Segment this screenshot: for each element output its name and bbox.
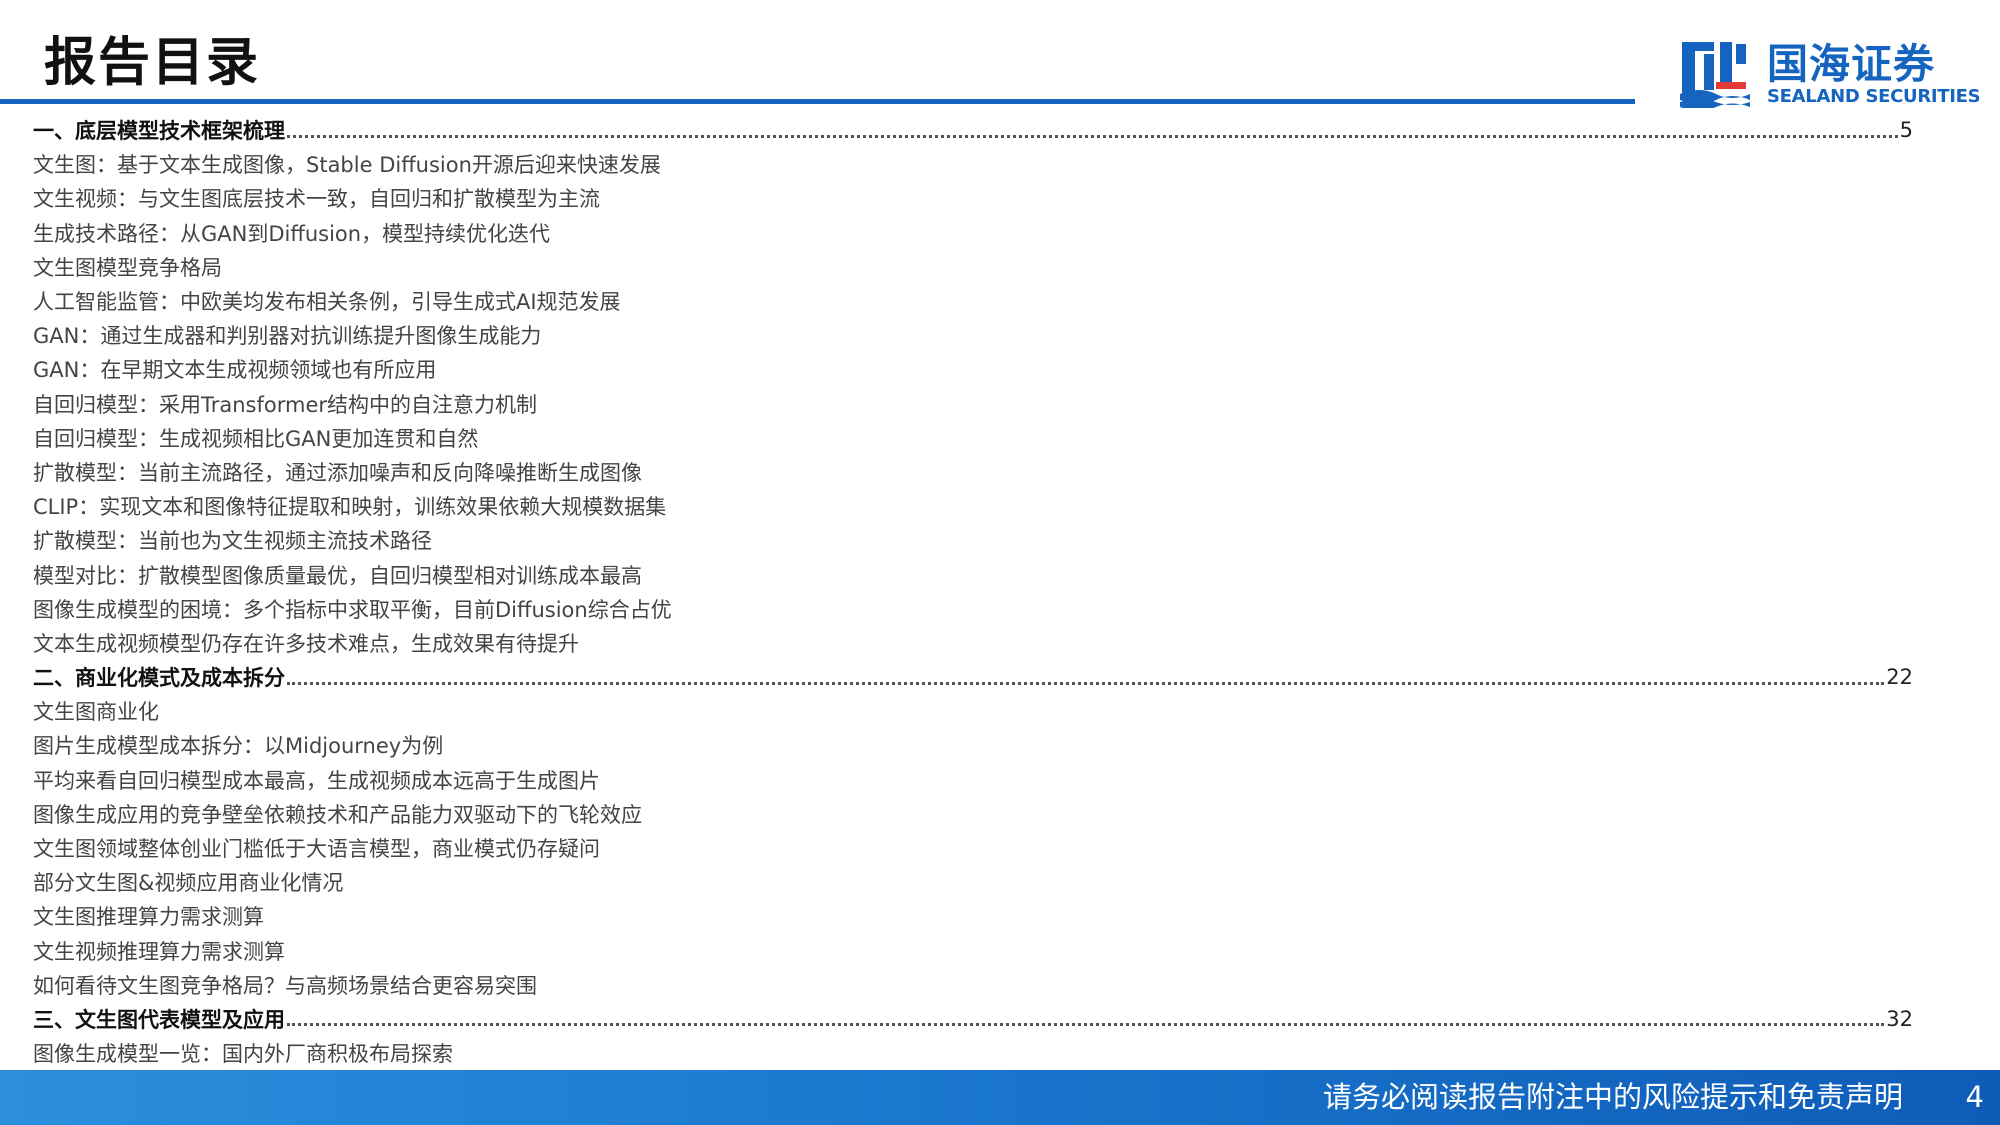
toc-entry-label: GAN：在早期文本生成视频领域也有所应用 bbox=[33, 358, 437, 383]
toc-entry[interactable]: 生成技术路径：从GAN到Diffusion，模型持续优化迭代 bbox=[33, 216, 1928, 250]
toc-entry[interactable]: 文生图模型竞争格局 bbox=[33, 250, 1928, 284]
toc-entry-label: 一、底层模型技术框架梳理 bbox=[33, 119, 285, 144]
toc-entry[interactable]: 文生视频推理算力需求测算 bbox=[33, 934, 1928, 968]
toc-entry-label: 生成技术路径：从GAN到Diffusion，模型持续优化迭代 bbox=[33, 221, 551, 246]
toc-entry-label: 文生视频推理算力需求测算 bbox=[33, 939, 285, 964]
toc-entry-label: 文生图模型竞争格局 bbox=[33, 255, 222, 280]
toc-entry[interactable]: 自回归模型：采用Transformer结构中的自注意力机制 bbox=[33, 387, 1928, 421]
table-of-contents: 一、底层模型技术框架梳理 5 文生图：基于文本生成图像，Stable Diffusi… bbox=[33, 113, 1928, 1070]
toc-entry-label: 文生图商业化 bbox=[33, 700, 159, 725]
toc-page-number: 32 bbox=[1886, 1006, 1913, 1031]
dot-leader bbox=[287, 681, 1885, 685]
toc-entry[interactable]: 图像生成应用的竞争壁垒依赖技术和产品能力双驱动下的飞轮效应 bbox=[33, 797, 1928, 831]
toc-entry[interactable]: 图像生成模型一览：国内外厂商积极布局探索 bbox=[33, 1036, 1928, 1070]
toc-entry-label: 文生图：基于文本生成图像，Stable Diffusion开源后迎来快速发展 bbox=[33, 153, 661, 178]
toc-entry-label: 扩散模型：当前也为文生视频主流技术路径 bbox=[33, 529, 432, 554]
toc-entry[interactable]: 平均来看自回归模型成本最高，生成视频成本远高于生成图片 bbox=[33, 763, 1928, 797]
toc-entry[interactable]: 图像生成模型的困境：多个指标中求取平衡，目前Diffusion综合占优 bbox=[33, 592, 1928, 626]
toc-entry[interactable]: 图片生成模型成本拆分：以Midjourney为例 bbox=[33, 728, 1928, 762]
toc-entry[interactable]: 文生视频：与文生图底层技术一致，自回归和扩散模型为主流 bbox=[33, 181, 1928, 215]
toc-entry-label: 图像生成模型的困境：多个指标中求取平衡，目前Diffusion综合占优 bbox=[33, 597, 672, 622]
toc-entry[interactable]: GAN：在早期文本生成视频领域也有所应用 bbox=[33, 352, 1928, 386]
toc-entry-label: 自回归模型：采用Transformer结构中的自注意力机制 bbox=[33, 392, 538, 417]
toc-entry[interactable]: 自回归模型：生成视频相比GAN更加连贯和自然 bbox=[33, 421, 1928, 455]
toc-section-heading[interactable]: 一、底层模型技术框架梳理 5 bbox=[33, 113, 1913, 147]
toc-entry-label: 文生视频：与文生图底层技术一致，自回归和扩散模型为主流 bbox=[33, 187, 600, 212]
toc-entry-label: 如何看待文生图竞争格局？与高频场景结合更容易突围 bbox=[33, 973, 537, 998]
toc-entry[interactable]: 部分文生图&视频应用商业化情况 bbox=[33, 865, 1928, 899]
page-title: 报告目录 bbox=[44, 33, 261, 93]
toc-entry[interactable]: CLIP：实现文本和图像特征提取和映射，训练效果依赖大规模数据集 bbox=[33, 489, 1928, 523]
toc-entry-label: 部分文生图&视频应用商业化情况 bbox=[33, 871, 344, 896]
toc-entry-label: GAN：通过生成器和判别器对抗训练提升图像生成能力 bbox=[33, 324, 542, 349]
toc-entry[interactable]: 文生图：基于文本生成图像，Stable Diffusion开源后迎来快速发展 bbox=[33, 147, 1928, 181]
toc-entry-label: 人工智能监管：中欧美均发布相关条例，引导生成式AI规范发展 bbox=[33, 290, 621, 315]
toc-entry[interactable]: 扩散模型：当前主流路径，通过添加噪声和反向降噪推断生成图像 bbox=[33, 455, 1928, 489]
toc-entry-label: 文本生成视频模型仍存在许多技术难点，生成效果有待提升 bbox=[33, 631, 579, 656]
toc-page-number: 5 bbox=[1899, 118, 1913, 143]
toc-entry[interactable]: 如何看待文生图竞争格局？与高频场景结合更容易突围 bbox=[33, 968, 1928, 1002]
toc-section-heading[interactable]: 三、文生图代表模型及应用 32 bbox=[33, 1002, 1913, 1036]
toc-entry-label: 自回归模型：生成视频相比GAN更加连贯和自然 bbox=[33, 426, 479, 451]
toc-entry-label: 文生图领域整体创业门槛低于大语言模型，商业模式仍存疑问 bbox=[33, 837, 600, 862]
toc-entry-label: 模型对比：扩散模型图像质量最优，自回归模型相对训练成本最高 bbox=[33, 563, 642, 588]
footer-bar: 请务必阅读报告附注中的风险提示和免责声明 4 bbox=[0, 1070, 2000, 1125]
toc-entry[interactable]: 人工智能监管：中欧美均发布相关条例，引导生成式AI规范发展 bbox=[33, 284, 1928, 318]
toc-entry[interactable]: 文本生成视频模型仍存在许多技术难点，生成效果有待提升 bbox=[33, 626, 1928, 660]
header-rule bbox=[0, 99, 1635, 104]
toc-entry[interactable]: 模型对比：扩散模型图像质量最优，自回归模型相对训练成本最高 bbox=[33, 557, 1928, 591]
toc-entry[interactable]: 文生图领域整体创业门槛低于大语言模型，商业模式仍存疑问 bbox=[33, 831, 1928, 865]
dot-leader bbox=[287, 1023, 1885, 1027]
dot-leader bbox=[287, 134, 1898, 138]
toc-entry[interactable]: 文生图推理算力需求测算 bbox=[33, 899, 1928, 933]
logo-chinese-name: 国海证券 bbox=[1767, 40, 1935, 88]
toc-entry-label: 扩散模型：当前主流路径，通过添加噪声和反向降噪推断生成图像 bbox=[33, 460, 642, 485]
toc-entry[interactable]: 扩散模型：当前也为文生视频主流技术路径 bbox=[33, 523, 1928, 557]
sealand-securities-logo: 国海证券 SEALAND SECURITIES bbox=[1680, 36, 1981, 112]
toc-entry-label: 二、商业化模式及成本拆分 bbox=[33, 666, 285, 691]
toc-entry-label: 图像生成模型一览：国内外厂商积极布局探索 bbox=[33, 1042, 453, 1067]
toc-entry-label: 图片生成模型成本拆分：以Midjourney为例 bbox=[33, 734, 444, 759]
sealand-logo-icon bbox=[1680, 42, 1750, 108]
toc-section-heading[interactable]: 二、商业化模式及成本拆分 22 bbox=[33, 660, 1913, 694]
logo-english-name: SEALAND SECURITIES bbox=[1767, 86, 1981, 107]
toc-entry-label: 文生图推理算力需求测算 bbox=[33, 905, 264, 930]
toc-entry-label: 三、文生图代表模型及应用 bbox=[33, 1007, 285, 1032]
toc-entry[interactable]: 文生图商业化 bbox=[33, 694, 1928, 728]
toc-entry-label: 平均来看自回归模型成本最高，生成视频成本远高于生成图片 bbox=[33, 768, 600, 793]
disclaimer-text: 请务必阅读报告附注中的风险提示和免责声明 bbox=[1322, 1080, 1903, 1114]
toc-entry-label: CLIP：实现文本和图像特征提取和映射，训练效果依赖大规模数据集 bbox=[33, 495, 667, 520]
toc-entry[interactable]: GAN：通过生成器和判别器对抗训练提升图像生成能力 bbox=[33, 318, 1928, 352]
toc-page-number: 22 bbox=[1886, 665, 1913, 690]
toc-entry-label: 图像生成应用的竞争壁垒依赖技术和产品能力双驱动下的飞轮效应 bbox=[33, 802, 642, 827]
page-number: 4 bbox=[1965, 1080, 1984, 1114]
